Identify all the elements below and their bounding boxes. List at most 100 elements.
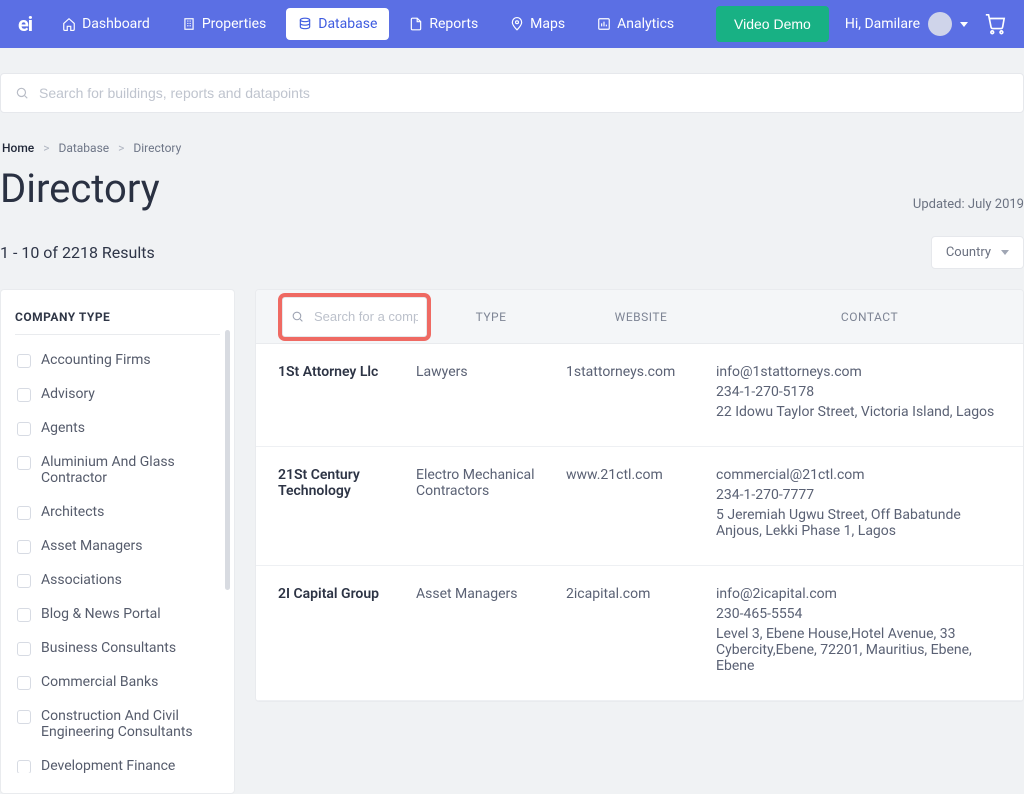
breadcrumb-database[interactable]: Database	[58, 141, 109, 155]
company-contact: info@1stattorneys.com 234-1-270-5178 22 Id…	[716, 364, 1023, 424]
company-type-sidebar: COMPANY TYPE Accounting FirmsAdvisoryAge…	[0, 289, 235, 794]
country-select[interactable]: Country	[931, 236, 1024, 269]
table-row[interactable]: 1St Attorney LlcLawyers1stattorneys.comi…	[256, 344, 1023, 447]
table-header: TYPE WEBSITE CONTACT	[256, 290, 1023, 344]
chart-icon	[597, 17, 611, 31]
nav-analytics[interactable]: Analytics	[585, 8, 686, 40]
filter-list[interactable]: Accounting Firms Advisory Agents Aluminium …	[15, 343, 220, 773]
col-header-type[interactable]: TYPE	[416, 310, 566, 324]
col-header-contact[interactable]: CONTACT	[716, 310, 1023, 324]
filter-checkbox[interactable]	[17, 608, 31, 622]
filter-checkbox[interactable]	[17, 540, 31, 554]
nav-label: Database	[318, 16, 377, 32]
global-search-bar	[0, 73, 1024, 113]
filter-checkbox[interactable]	[17, 506, 31, 520]
nav-maps[interactable]: Maps	[498, 8, 577, 40]
title-bar: Directory Updated: July 2019	[0, 165, 1024, 212]
filter-checkbox[interactable]	[17, 676, 31, 690]
filter-item[interactable]: Development Finance	[15, 749, 220, 773]
filter-label: Development Finance	[41, 758, 175, 773]
company-website[interactable]: 1stattorneys.com	[566, 364, 716, 380]
nav-label: Maps	[530, 16, 565, 32]
global-search-input[interactable]	[39, 85, 1009, 101]
company-name: 2I Capital Group	[256, 586, 416, 602]
nav-properties[interactable]: Properties	[170, 8, 278, 40]
contact-phone: 230-465-5554	[716, 606, 1003, 622]
filter-item[interactable]: Business Consultants	[15, 631, 220, 665]
filter-item[interactable]: Agents	[15, 411, 220, 445]
scrollbar-track[interactable]	[225, 330, 230, 783]
nav-database[interactable]: Database	[286, 8, 389, 40]
nav-right: Video Demo Hi, Damilare	[716, 6, 1006, 42]
filter-label: Business Consultants	[41, 640, 176, 656]
filter-label: Associations	[41, 572, 122, 588]
search-icon	[291, 310, 304, 323]
table-row[interactable]: 21St Century TechnologyElectro Mechanica…	[256, 447, 1023, 566]
contact-email[interactable]: info@1stattorneys.com	[716, 364, 1003, 380]
building-icon	[182, 17, 196, 31]
brand-logo: ei	[18, 12, 32, 36]
nav-label: Analytics	[617, 16, 674, 32]
filter-item[interactable]: Architects	[15, 495, 220, 529]
filter-item[interactable]: Associations	[15, 563, 220, 597]
filter-label: Blog & News Portal	[41, 606, 161, 622]
filter-checkbox[interactable]	[17, 456, 31, 470]
filter-checkbox[interactable]	[17, 760, 31, 773]
contact-email[interactable]: commercial@21ctl.com	[716, 467, 1003, 483]
filter-label: Aluminium And Glass Contractor	[41, 454, 218, 486]
filter-checkbox[interactable]	[17, 574, 31, 588]
filter-item[interactable]: Commercial Banks	[15, 665, 220, 699]
database-icon	[298, 17, 312, 31]
company-search-input[interactable]	[314, 309, 418, 324]
filter-item[interactable]: Asset Managers	[15, 529, 220, 563]
search-icon	[15, 86, 29, 100]
filter-checkbox[interactable]	[17, 710, 31, 724]
company-name: 1St Attorney Llc	[256, 364, 416, 380]
filter-checkbox[interactable]	[17, 354, 31, 368]
contact-address: 22 Idowu Taylor Street, Victoria Island,…	[716, 404, 1003, 420]
breadcrumb: Home > Database > Directory	[0, 141, 1024, 155]
page-title: Directory	[0, 165, 160, 212]
filter-label: Architects	[41, 504, 104, 520]
breadcrumb-directory[interactable]: Directory	[133, 141, 181, 155]
user-greeting: Hi, Damilare	[845, 16, 920, 32]
filter-label: Agents	[41, 420, 85, 436]
filter-item[interactable]: Accounting Firms	[15, 343, 220, 377]
company-contact: info@2icapital.com 230-465-5554 Level 3, E…	[716, 586, 1023, 678]
filter-label: Advisory	[41, 386, 95, 402]
company-contact: commercial@21ctl.com234-1-270-77775 Jere…	[716, 467, 1023, 543]
filter-item[interactable]: Advisory	[15, 377, 220, 411]
filter-checkbox[interactable]	[17, 388, 31, 402]
filter-checkbox[interactable]	[17, 422, 31, 436]
filter-label: Accounting Firms	[41, 352, 151, 368]
nav-label: Properties	[202, 16, 266, 32]
main-content: COMPANY TYPE Accounting FirmsAdvisoryAge…	[0, 289, 1024, 794]
nav-label: Dashboard	[82, 16, 150, 32]
nav-items: Dashboard Properties Database Reports Ma…	[50, 8, 686, 40]
company-type: Electro Mechanical Contractors	[416, 467, 566, 499]
filter-item[interactable]: Aluminium And Glass Contractor	[15, 445, 220, 495]
nav-dashboard[interactable]: Dashboard	[50, 8, 162, 40]
contact-address: 5 Jeremiah Ugwu Street, Off Babatunde An…	[716, 507, 1003, 539]
filter-item[interactable]: Construction And Civil Engineering Consu…	[15, 699, 220, 749]
filter-label: Asset Managers	[41, 538, 143, 554]
user-menu[interactable]: Hi, Damilare	[845, 12, 968, 36]
filter-checkbox[interactable]	[17, 642, 31, 656]
contact-phone: 234-1-270-5178	[716, 384, 1003, 400]
nav-reports[interactable]: Reports	[397, 8, 490, 40]
updated-label: Updated: July 2019	[913, 197, 1024, 212]
contact-address: Level 3, Ebene House,Hotel Avenue, 33 Cy…	[716, 626, 1003, 674]
nav-label: Reports	[429, 16, 478, 32]
company-website[interactable]: 2icapital.com	[566, 586, 716, 602]
company-website[interactable]: www.21ctl.com	[566, 467, 716, 483]
filter-item[interactable]: Blog & News Portal	[15, 597, 220, 631]
col-header-website[interactable]: WEBSITE	[566, 310, 716, 324]
cart-icon[interactable]	[984, 13, 1006, 35]
chevron-down-icon	[960, 22, 968, 27]
filter-label: Construction And Civil Engineering Consu…	[41, 708, 218, 740]
scrollbar-thumb[interactable]	[225, 330, 230, 590]
table-row[interactable]: 2I Capital GroupAsset Managers2icapital.…	[256, 566, 1023, 701]
breadcrumb-home[interactable]: Home	[2, 141, 34, 155]
video-demo-button[interactable]: Video Demo	[716, 6, 829, 42]
contact-email[interactable]: info@2icapital.com	[716, 586, 1003, 602]
